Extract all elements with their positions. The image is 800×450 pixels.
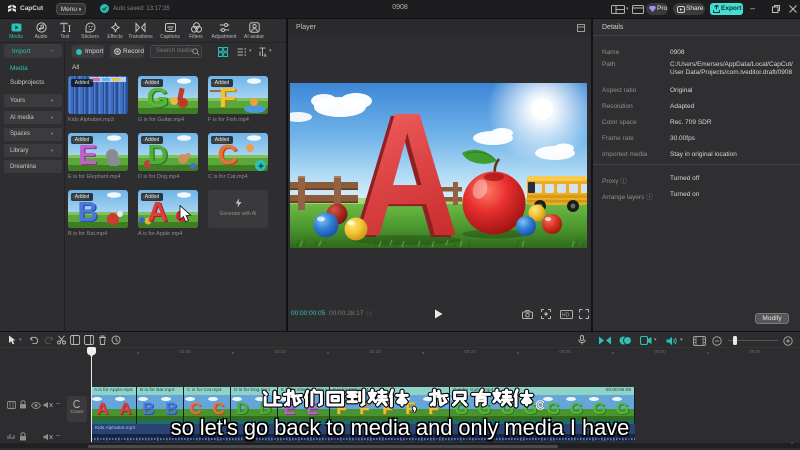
svg-text:A: A [355, 83, 459, 248]
svg-text:HD: HD [562, 312, 570, 318]
